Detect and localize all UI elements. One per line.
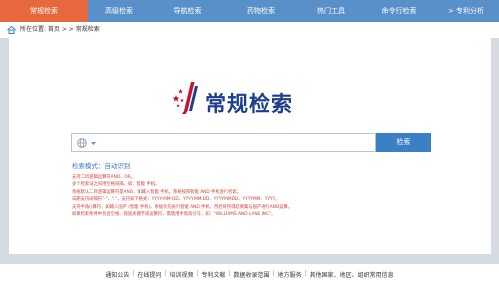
- nav-item-navigation-search[interactable]: 导航检索: [150, 0, 225, 22]
- home-icon[interactable]: [7, 26, 16, 34]
- chevron-down-icon[interactable]: [91, 142, 96, 145]
- search-input[interactable]: [102, 136, 372, 149]
- nav-item-advanced-search[interactable]: 高级检索: [88, 0, 150, 22]
- footer-link-online-question[interactable]: 在线提问: [137, 270, 161, 279]
- footer-links: 通知公告 | 在线提问 | 培训视频 | 专利文献 | 数据收录范围 | 地方服…: [0, 270, 499, 279]
- footer-link-data-coverage[interactable]: 数据收录范围: [234, 270, 270, 279]
- breadcrumb-text: 所在位置: 首页 > > 常规检索: [20, 26, 100, 33]
- footer-link-notices[interactable]: 通知公告: [105, 270, 129, 279]
- footer-separator: |: [196, 270, 199, 277]
- globe-icon[interactable]: [77, 138, 87, 148]
- footer-link-training-video[interactable]: 培训视频: [169, 270, 193, 279]
- tip-line: 多个检索词之间用空格间隔，如：智能 手机。: [72, 182, 160, 188]
- nav-item-patent-analysis[interactable]: > 专利分析: [433, 0, 499, 22]
- search-tips: 支持二目逻辑运算符AND、OR。 多个检索词之间用空格间隔，如：智能 手机。 系…: [72, 174, 442, 218]
- footer-separator: |: [304, 270, 307, 277]
- top-navigation: 常规检索 高级检索 导航检索 药物检索 热门工具 命令行检索 > 专利分析: [0, 0, 499, 22]
- tip-line: 系统默认二目逻辑运算符是AND，如输入智能 手机，系统按照智能 AND 手机进行…: [72, 189, 242, 195]
- breadcrumb: 所在位置: 首页 > > 常规检索: [0, 22, 499, 38]
- nav-item-command-search[interactable]: 命令行检索: [365, 0, 433, 22]
- footer-separator: |: [228, 270, 231, 277]
- tip-line: 如果检索条件中包含空格、保留关键字或运算符，需使用半角双引号，如："WILLIA…: [72, 212, 276, 218]
- search-button[interactable]: 检索: [376, 133, 431, 152]
- tip-line: 支持半角()算符，如输入国产 (智能 手机)，系统优先执行智能 AND 手机，然…: [72, 204, 293, 210]
- nav-item-general-search[interactable]: 常规检索: [0, 0, 88, 22]
- tip-line: 支持二目逻辑运算符AND、OR。: [72, 175, 136, 180]
- footer: 通知公告 | 在线提问 | 培训视频 | 专利文献 | 数据收录范围 | 地方服…: [0, 264, 499, 286]
- footer-separator: |: [132, 270, 135, 277]
- tip-line: 日期支持间隔符"-"、"."，支持如下格式：YYYY-MM-DD、YYYY.MM…: [72, 197, 280, 203]
- logo-emblem-icon: [172, 82, 198, 114]
- footer-link-other-regions[interactable]: 其他国家、地区、组织常用信息: [310, 270, 394, 279]
- footer-link-local-services[interactable]: 地方服务: [278, 270, 302, 279]
- footer-separator: |: [164, 270, 167, 277]
- footer-link-patent-documents[interactable]: 专利文献: [201, 270, 225, 279]
- nav-item-hot-tools[interactable]: 热门工具: [297, 0, 365, 22]
- logo-title: 常规检索: [205, 92, 293, 116]
- search-box: [71, 133, 376, 152]
- footer-separator: |: [272, 270, 275, 277]
- nav-item-drug-search[interactable]: 药物检索: [225, 0, 297, 22]
- search-mode-label[interactable]: 检索模式：自动识别: [72, 160, 131, 170]
